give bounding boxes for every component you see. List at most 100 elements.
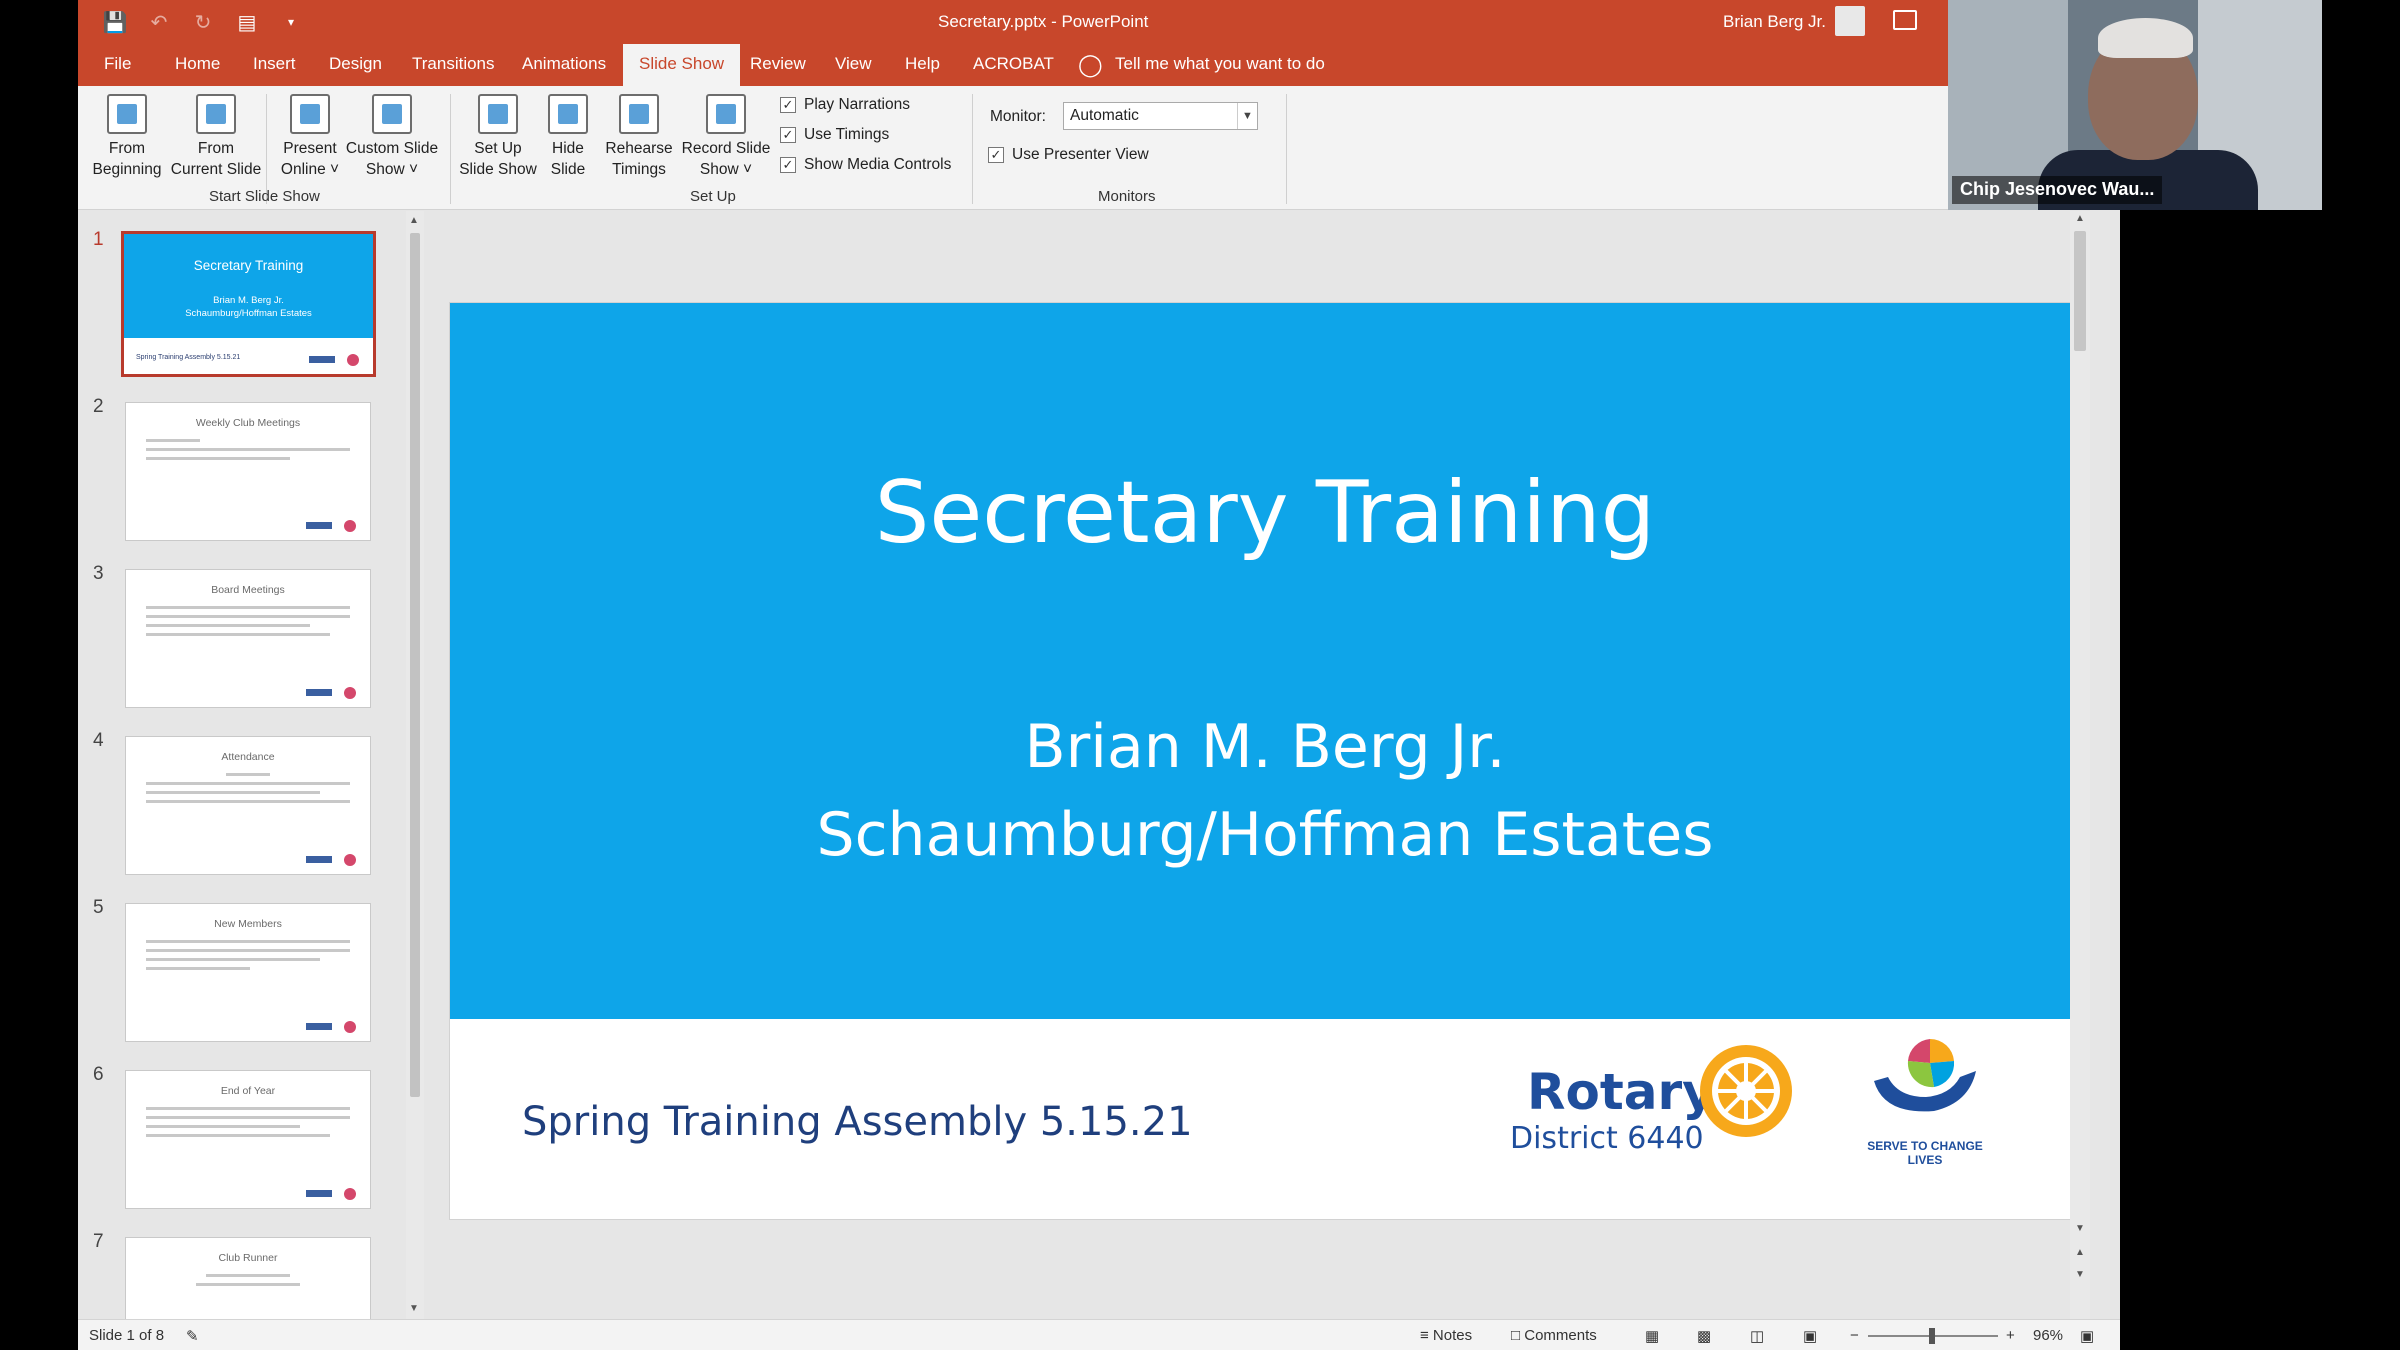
tab-transitions[interactable]: Transitions: [412, 54, 495, 74]
record-label: Record Slide Show ˅: [681, 140, 771, 178]
hide-slide-icon: [548, 94, 588, 134]
rehearse-timings-button[interactable]: Rehearse Timings: [602, 94, 676, 180]
ribbon-display-options-icon[interactable]: [1893, 10, 1917, 30]
use-timings-checkbox[interactable]: ✓ Use Timings: [780, 126, 889, 144]
title-bar: 💾 ↶ ↻ ▤ ▾ Secretary.pptx - PowerPoint Br…: [78, 0, 1948, 44]
checkmark-icon: ✓: [780, 127, 796, 143]
slide-footer[interactable]: Spring Training Assembly 5.15.21: [522, 1099, 1193, 1145]
slide-thumbnail-1[interactable]: Secretary Training Brian M. Berg Jr. Sch…: [121, 231, 376, 377]
current-slide[interactable]: Secretary Training Brian M. Berg Jr. Sch…: [450, 303, 2080, 1219]
monitor-dropdown[interactable]: Automatic ▼: [1063, 102, 1258, 130]
quick-access-toolbar: 💾 ↶ ↻ ▤ ▾: [100, 8, 306, 36]
scrollbar-thumb[interactable]: [2074, 231, 2086, 351]
slide-thumbnail-6[interactable]: End of Year: [125, 1070, 371, 1209]
thumbnail-scrollbar[interactable]: ▲ ▼: [406, 211, 424, 1319]
thumbnail-title: Secretary Training: [193, 258, 304, 273]
thumbnail-text-line: [146, 967, 250, 970]
spelling-check-icon[interactable]: ✎: [186, 1327, 199, 1345]
present-online-icon: [290, 94, 330, 134]
undo-icon[interactable]: ↶: [144, 8, 174, 36]
play-narrations-checkbox[interactable]: ✓ Play Narrations: [780, 96, 910, 114]
rotary-wheel-icon: [1700, 1045, 1792, 1137]
serve-to-change-lives-icon: [1874, 1037, 1976, 1112]
checkmark-icon: ✓: [988, 147, 1004, 163]
notes-label: Notes: [1432, 1327, 1473, 1344]
tab-file[interactable]: File: [104, 54, 131, 74]
tab-view[interactable]: View: [835, 54, 872, 74]
slide-thumbnail-3[interactable]: Board Meetings: [125, 569, 371, 708]
use-presenter-view-checkbox[interactable]: ✓ Use Presenter View: [988, 146, 1149, 164]
user-name[interactable]: Brian Berg Jr.: [1723, 12, 1826, 32]
chevron-down-icon[interactable]: ▼: [1237, 103, 1257, 129]
comments-button[interactable]: □ Comments: [1511, 1327, 1597, 1344]
set-up-slide-show-button[interactable]: Set Up Slide Show: [458, 94, 538, 180]
slide-thumbnail-2[interactable]: Weekly Club Meetings: [125, 402, 371, 541]
thumbnail-title: End of Year: [220, 1085, 276, 1097]
thumbnail-text-line: [146, 940, 350, 943]
slideshow-play-icon: [107, 94, 147, 134]
slide-subtitle[interactable]: Brian M. Berg Jr. Schaumburg/Hoffman Est…: [450, 703, 2080, 879]
next-slide-icon[interactable]: ▼: [2075, 1269, 2085, 1280]
tab-animations[interactable]: Animations: [522, 54, 606, 74]
slide-sorter-icon[interactable]: ▩: [1697, 1327, 1711, 1345]
comment-icon: □: [1511, 1327, 1525, 1344]
zoom-level[interactable]: 96%: [2033, 1327, 2063, 1344]
present-online-button[interactable]: Present Online ˅: [270, 94, 350, 180]
slide-show-view-icon[interactable]: ▣: [1803, 1327, 1817, 1345]
checkmark-icon: ✓: [780, 97, 796, 113]
slide-thumbnail-7[interactable]: Club Runner: [125, 1237, 371, 1319]
thumbnail-text-line: [146, 1125, 300, 1128]
normal-view-icon[interactable]: ▦: [1645, 1327, 1659, 1345]
thumbnail-text-line: [146, 457, 290, 460]
thumbnail-footer: Spring Training Assembly 5.15.21: [136, 354, 241, 361]
tab-acrobat[interactable]: ACROBAT: [973, 54, 1054, 74]
from-current-slide-button[interactable]: From Current Slide: [170, 94, 262, 180]
zoom-slider-knob[interactable]: [1929, 1328, 1935, 1344]
thumbnail-text-line: [146, 1116, 350, 1119]
tab-home[interactable]: Home: [175, 54, 220, 74]
zoom-out-icon[interactable]: −: [1850, 1327, 1859, 1344]
setup-show-label: Set Up Slide Show: [459, 140, 537, 178]
tab-help[interactable]: Help: [905, 54, 940, 74]
slide-title[interactable]: Secretary Training: [450, 463, 2080, 563]
scroll-up-icon[interactable]: ▲: [409, 215, 419, 226]
thumbnail-number: 3: [93, 563, 104, 584]
tab-insert[interactable]: Insert: [253, 54, 296, 74]
scroll-down-icon[interactable]: ▼: [2075, 1223, 2085, 1234]
record-slide-show-button[interactable]: Record Slide Show ˅: [680, 94, 772, 180]
slideshow-current-icon: [196, 94, 236, 134]
slide-scrollbar[interactable]: ▲ ▼ ▲ ▼: [2070, 211, 2090, 1319]
show-media-controls-checkbox[interactable]: ✓ Show Media Controls: [780, 156, 951, 174]
tab-slide-show[interactable]: Slide Show: [623, 44, 741, 86]
tab-design[interactable]: Design: [329, 54, 382, 74]
rotary-logo-icon: [306, 1188, 356, 1200]
scrollbar-thumb[interactable]: [410, 233, 420, 1097]
scroll-down-icon[interactable]: ▼: [409, 1303, 419, 1314]
redo-icon[interactable]: ↻: [188, 8, 218, 36]
user-avatar[interactable]: [1835, 6, 1865, 36]
fit-to-window-icon[interactable]: ▣: [2080, 1327, 2094, 1345]
tab-review[interactable]: Review: [750, 54, 806, 74]
tell-me-search[interactable]: Tell me what you want to do: [1115, 54, 1325, 74]
customize-qat-icon[interactable]: ▾: [276, 8, 306, 36]
thumbnail-text-line: [146, 633, 330, 636]
slide-thumbnail-4[interactable]: Attendance: [125, 736, 371, 875]
group-set-up: Set Up: [690, 188, 736, 205]
video-tile[interactable]: Chip Jesenovec Wau...: [1948, 0, 2322, 210]
start-from-beginning-icon[interactable]: ▤: [232, 8, 262, 36]
from-beginning-button[interactable]: From Beginning: [88, 94, 166, 180]
previous-slide-icon[interactable]: ▲: [2075, 1247, 2085, 1258]
notes-button[interactable]: ≡ Notes: [1420, 1327, 1472, 1344]
custom-slide-show-button[interactable]: Custom Slide Show ˅: [342, 94, 442, 180]
ribbon-separator: [972, 94, 973, 204]
thumbnail-subtitle: Brian M. Berg Jr. Schaumburg/Hoffman Est…: [124, 294, 373, 320]
comments-label: Comments: [1524, 1327, 1597, 1344]
rotary-logo-icon: [306, 854, 356, 866]
custom-show-icon: [372, 94, 412, 134]
save-icon[interactable]: 💾: [100, 8, 130, 36]
hide-slide-button[interactable]: Hide Slide: [538, 94, 598, 180]
scroll-up-icon[interactable]: ▲: [2075, 213, 2085, 224]
reading-view-icon[interactable]: ◫: [1750, 1327, 1764, 1345]
zoom-in-icon[interactable]: +: [2006, 1327, 2015, 1344]
slide-thumbnail-5[interactable]: New Members: [125, 903, 371, 1042]
